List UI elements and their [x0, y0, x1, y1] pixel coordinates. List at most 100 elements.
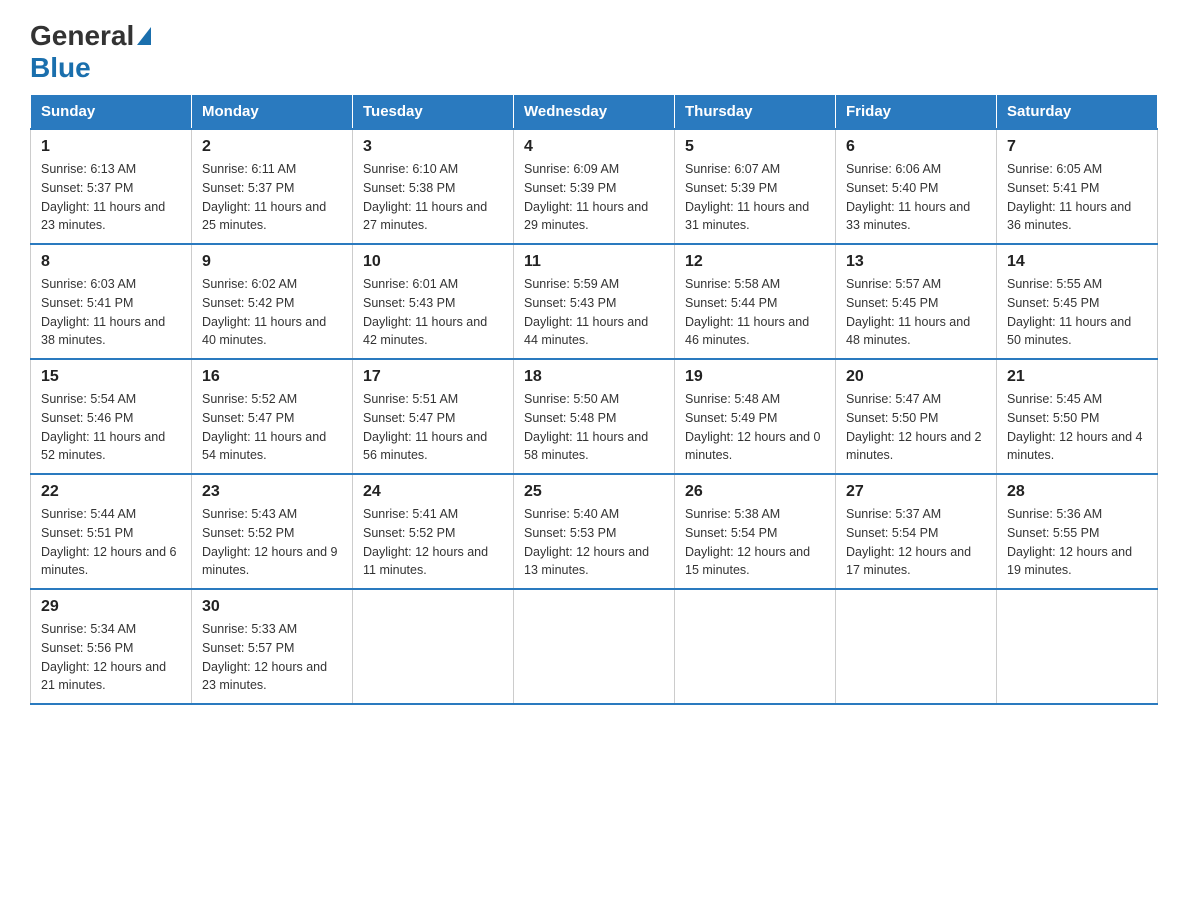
calendar-cell: 24 Sunrise: 5:41 AMSunset: 5:52 PMDayligh…: [353, 474, 514, 589]
day-info: Sunrise: 5:54 AMSunset: 5:46 PMDaylight:…: [41, 390, 181, 465]
day-info: Sunrise: 6:13 AMSunset: 5:37 PMDaylight:…: [41, 160, 181, 235]
logo-triangle-icon: [137, 27, 151, 45]
calendar-cell: [997, 589, 1158, 704]
weekday-header-saturday: Saturday: [997, 95, 1158, 130]
calendar-cell: 18Sunrise: 5:50 AMSunset: 5:48 PMDayligh…: [514, 359, 675, 474]
logo-line2: Blue: [30, 52, 91, 84]
day-number: 3: [363, 138, 503, 156]
logo: General Blue: [30, 20, 151, 84]
day-info: Sunrise: 5:36 AMSunset: 5:55 PMDaylight:…: [1007, 505, 1147, 580]
weekday-header-thursday: Thursday: [675, 95, 836, 130]
day-number: 21: [1007, 368, 1147, 386]
logo-text: General: [30, 20, 151, 52]
page-header: General Blue: [30, 20, 1158, 84]
day-number: 10: [363, 253, 503, 271]
day-info: Sunrise: 5:43 AMSunset: 5:52 PMDaylight:…: [202, 505, 342, 580]
day-info: Sunrise: 5:59 AMSunset: 5:43 PMDaylight:…: [524, 275, 664, 350]
day-number: 1: [41, 138, 181, 156]
day-number: 2: [202, 138, 342, 156]
calendar-cell: 3 Sunrise: 6:10 AMSunset: 5:38 PMDaylight…: [353, 129, 514, 244]
day-info: Sunrise: 6:03 AMSunset: 5:41 PMDaylight:…: [41, 275, 181, 350]
calendar-cell: 22Sunrise: 5:44 AMSunset: 5:51 PMDayligh…: [31, 474, 192, 589]
calendar-cell: 14Sunrise: 5:55 AMSunset: 5:45 PMDayligh…: [997, 244, 1158, 359]
day-info: Sunrise: 5:33 AMSunset: 5:57 PMDaylight:…: [202, 620, 342, 695]
calendar-cell: 15 Sunrise: 5:54 AMSunset: 5:46 PMDayligh…: [31, 359, 192, 474]
calendar-cell: 30Sunrise: 5:33 AMSunset: 5:57 PMDayligh…: [192, 589, 353, 704]
day-info: Sunrise: 5:52 AMSunset: 5:47 PMDaylight:…: [202, 390, 342, 465]
calendar-cell: 29Sunrise: 5:34 AMSunset: 5:56 PMDayligh…: [31, 589, 192, 704]
day-number: 25: [524, 483, 664, 501]
day-number: 18: [524, 368, 664, 386]
calendar-cell: 25 Sunrise: 5:40 AMSunset: 5:53 PMDayligh…: [514, 474, 675, 589]
day-info: Sunrise: 5:40 AMSunset: 5:53 PMDaylight:…: [524, 505, 664, 580]
logo-general-text: General: [30, 20, 134, 52]
day-number: 24: [363, 483, 503, 501]
calendar-cell: 28 Sunrise: 5:36 AMSunset: 5:55 PMDayligh…: [997, 474, 1158, 589]
day-number: 9: [202, 253, 342, 271]
calendar-cell: 11 Sunrise: 5:59 AMSunset: 5:43 PMDayligh…: [514, 244, 675, 359]
day-info: Sunrise: 6:06 AMSunset: 5:40 PMDaylight:…: [846, 160, 986, 235]
day-info: Sunrise: 5:41 AMSunset: 5:52 PMDaylight:…: [363, 505, 503, 580]
day-info: Sunrise: 5:37 AMSunset: 5:54 PMDaylight:…: [846, 505, 986, 580]
calendar-cell: 13Sunrise: 5:57 AMSunset: 5:45 PMDayligh…: [836, 244, 997, 359]
day-info: Sunrise: 6:02 AMSunset: 5:42 PMDaylight:…: [202, 275, 342, 350]
day-number: 19: [685, 368, 825, 386]
day-number: 7: [1007, 138, 1147, 156]
day-number: 17: [363, 368, 503, 386]
day-info: Sunrise: 6:01 AMSunset: 5:43 PMDaylight:…: [363, 275, 503, 350]
calendar-cell: 20Sunrise: 5:47 AMSunset: 5:50 PMDayligh…: [836, 359, 997, 474]
weekday-header-tuesday: Tuesday: [353, 95, 514, 130]
weekday-header-friday: Friday: [836, 95, 997, 130]
calendar-week-row: 29Sunrise: 5:34 AMSunset: 5:56 PMDayligh…: [31, 589, 1158, 704]
calendar-cell: 1 Sunrise: 6:13 AMSunset: 5:37 PMDaylight…: [31, 129, 192, 244]
day-number: 28: [1007, 483, 1147, 501]
logo-blue-text: Blue: [30, 52, 91, 84]
calendar-cell: [836, 589, 997, 704]
day-number: 12: [685, 253, 825, 271]
calendar-cell: 26 Sunrise: 5:38 AMSunset: 5:54 PMDayligh…: [675, 474, 836, 589]
calendar-week-row: 8Sunrise: 6:03 AMSunset: 5:41 PMDaylight…: [31, 244, 1158, 359]
day-info: Sunrise: 6:11 AMSunset: 5:37 PMDaylight:…: [202, 160, 342, 235]
calendar-cell: 6 Sunrise: 6:06 AMSunset: 5:40 PMDaylight…: [836, 129, 997, 244]
calendar-cell: 7 Sunrise: 6:05 AMSunset: 5:41 PMDaylight…: [997, 129, 1158, 244]
day-info: Sunrise: 5:55 AMSunset: 5:45 PMDaylight:…: [1007, 275, 1147, 350]
calendar-cell: 12Sunrise: 5:58 AMSunset: 5:44 PMDayligh…: [675, 244, 836, 359]
calendar-week-row: 1 Sunrise: 6:13 AMSunset: 5:37 PMDaylight…: [31, 129, 1158, 244]
day-info: Sunrise: 5:51 AMSunset: 5:47 PMDaylight:…: [363, 390, 503, 465]
calendar-cell: 5 Sunrise: 6:07 AMSunset: 5:39 PMDaylight…: [675, 129, 836, 244]
calendar-cell: 16 Sunrise: 5:52 AMSunset: 5:47 PMDayligh…: [192, 359, 353, 474]
weekday-header-wednesday: Wednesday: [514, 95, 675, 130]
day-info: Sunrise: 5:38 AMSunset: 5:54 PMDaylight:…: [685, 505, 825, 580]
day-info: Sunrise: 6:10 AMSunset: 5:38 PMDaylight:…: [363, 160, 503, 235]
calendar-cell: 27 Sunrise: 5:37 AMSunset: 5:54 PMDayligh…: [836, 474, 997, 589]
calendar-cell: [353, 589, 514, 704]
calendar-cell: [514, 589, 675, 704]
day-info: Sunrise: 5:57 AMSunset: 5:45 PMDaylight:…: [846, 275, 986, 350]
day-info: Sunrise: 6:09 AMSunset: 5:39 PMDaylight:…: [524, 160, 664, 235]
day-number: 6: [846, 138, 986, 156]
day-number: 26: [685, 483, 825, 501]
day-number: 23: [202, 483, 342, 501]
day-number: 27: [846, 483, 986, 501]
day-info: Sunrise: 5:44 AMSunset: 5:51 PMDaylight:…: [41, 505, 181, 580]
calendar-cell: 17 Sunrise: 5:51 AMSunset: 5:47 PMDayligh…: [353, 359, 514, 474]
day-number: 11: [524, 253, 664, 271]
weekday-header-row: SundayMondayTuesdayWednesdayThursdayFrid…: [31, 95, 1158, 130]
day-info: Sunrise: 6:07 AMSunset: 5:39 PMDaylight:…: [685, 160, 825, 235]
calendar-cell: 21 Sunrise: 5:45 AMSunset: 5:50 PMDayligh…: [997, 359, 1158, 474]
weekday-header-monday: Monday: [192, 95, 353, 130]
day-info: Sunrise: 5:48 AMSunset: 5:49 PMDaylight:…: [685, 390, 825, 465]
day-info: Sunrise: 5:45 AMSunset: 5:50 PMDaylight:…: [1007, 390, 1147, 465]
day-number: 15: [41, 368, 181, 386]
calendar-cell: [675, 589, 836, 704]
calendar-cell: 2 Sunrise: 6:11 AMSunset: 5:37 PMDaylight…: [192, 129, 353, 244]
calendar-table: SundayMondayTuesdayWednesdayThursdayFrid…: [30, 94, 1158, 705]
calendar-week-row: 22Sunrise: 5:44 AMSunset: 5:51 PMDayligh…: [31, 474, 1158, 589]
day-info: Sunrise: 5:47 AMSunset: 5:50 PMDaylight:…: [846, 390, 986, 465]
day-number: 16: [202, 368, 342, 386]
day-info: Sunrise: 6:05 AMSunset: 5:41 PMDaylight:…: [1007, 160, 1147, 235]
weekday-header-sunday: Sunday: [31, 95, 192, 130]
day-number: 5: [685, 138, 825, 156]
calendar-cell: 4Sunrise: 6:09 AMSunset: 5:39 PMDaylight…: [514, 129, 675, 244]
calendar-cell: 9 Sunrise: 6:02 AMSunset: 5:42 PMDaylight…: [192, 244, 353, 359]
